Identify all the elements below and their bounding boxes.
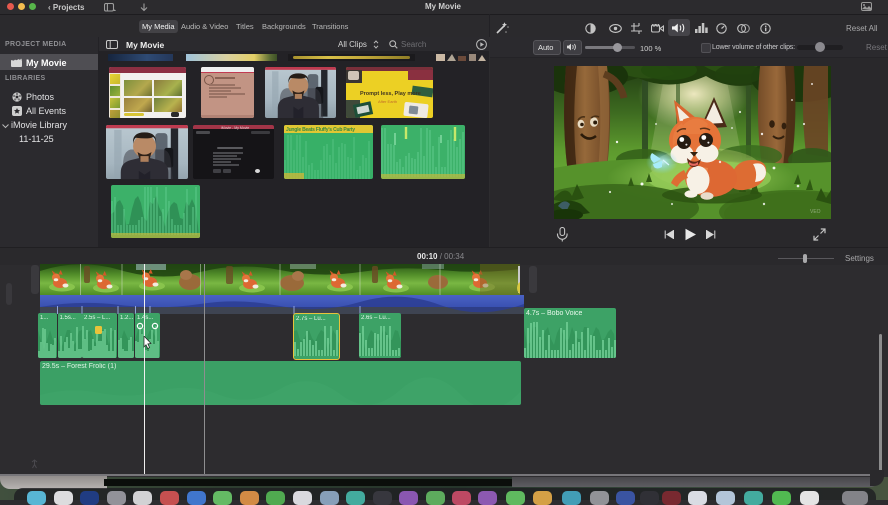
svg-text:VEO: VEO [810, 209, 821, 215]
